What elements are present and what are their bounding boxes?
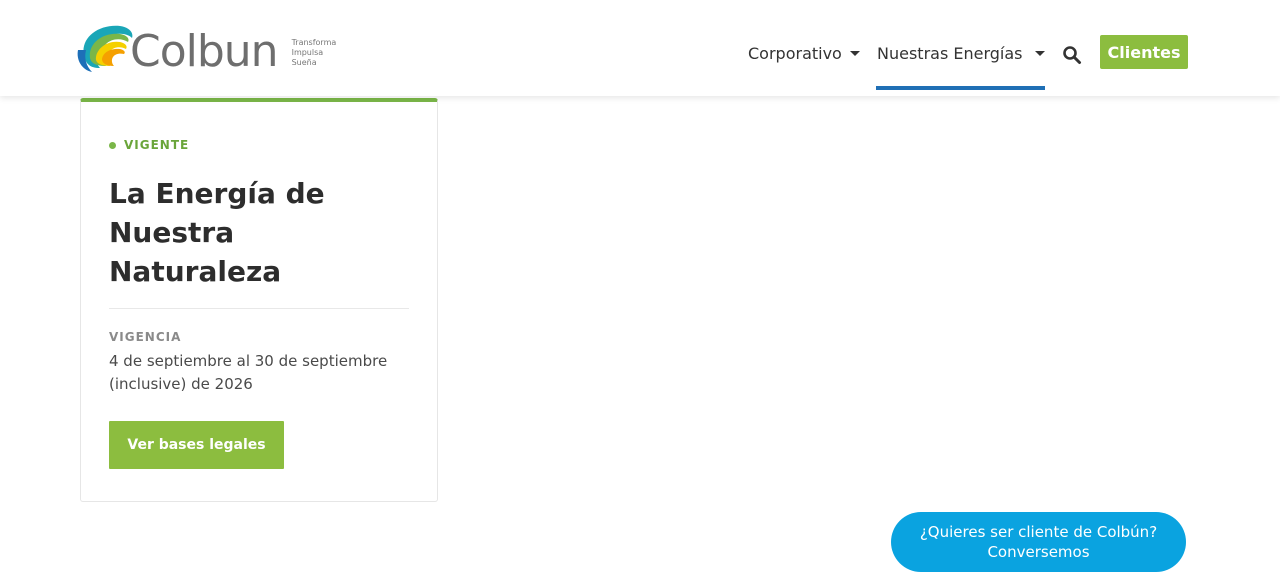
nav-item-label: Nuestras Energías	[877, 44, 1023, 63]
caret-down-icon	[849, 51, 860, 56]
vigencia-value: 4 de septiembre al 30 de septiembre (inc…	[109, 352, 388, 393]
colbun-logo-mark-icon	[77, 25, 133, 72]
campaign-card: VIGENTE La Energía de Nuestra Naturaleza…	[80, 98, 438, 502]
caret-down-icon	[1034, 51, 1045, 56]
nav-item-corporativo[interactable]: Corporativo	[748, 44, 860, 63]
tagline-line-1: Transforma	[291, 38, 337, 47]
status-badge: VIGENTE	[109, 138, 189, 152]
chat-cta-button[interactable]: ¿Quieres ser cliente de Colbún? Converse…	[891, 512, 1186, 572]
chat-cta-line-2: Conversemos	[987, 543, 1090, 561]
nav-active-indicator	[876, 86, 1045, 90]
clientes-button[interactable]: Clientes	[1100, 35, 1188, 69]
nav-item-label: Corporativo	[748, 44, 842, 63]
logo-wordmark: Colbun	[130, 26, 279, 77]
logo-tagline: Transforma Impulsa Sueña	[292, 38, 337, 68]
colbun-logo[interactable]: Colbun Transforma Impulsa Sueña	[76, 18, 336, 80]
ver-bases-legales-button[interactable]: Ver bases legales	[109, 421, 284, 469]
vigencia-label: VIGENCIA	[109, 330, 182, 344]
chat-cta-line-1: ¿Quieres ser cliente de Colbún?	[919, 523, 1158, 541]
status-label: VIGENTE	[124, 138, 190, 152]
card-divider	[109, 308, 409, 309]
search-icon[interactable]	[1062, 45, 1082, 65]
status-dot-icon	[109, 141, 116, 149]
tagline-line-3: Sueña	[291, 58, 317, 67]
tagline-line-2: Impulsa	[291, 48, 324, 57]
card-title: La Energía de Nuestra Naturaleza	[109, 177, 325, 288]
nav-item-nuestras-energias[interactable]: Nuestras Energías	[877, 44, 1045, 63]
site-header: Colbun Transforma Impulsa Sueña Corporat…	[0, 0, 1280, 96]
